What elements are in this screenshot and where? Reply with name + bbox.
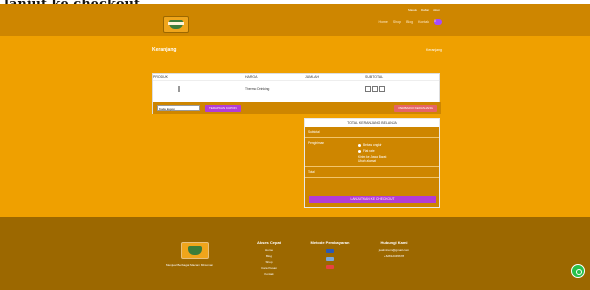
update-cart-button[interactable]: PERBARUI KERANJANG (394, 104, 437, 112)
change-address-link[interactable]: Ubah alamat (358, 159, 386, 163)
main-navigation: Home Shop Blog Kontak 0 (379, 19, 442, 25)
shopping-cart-page: Masuk Daftar Akun Home Shop Blog Kontak … (0, 4, 590, 290)
contact-email[interactable]: jualminum@gmail.com (368, 248, 420, 252)
account-links: Masuk Daftar Akun (408, 8, 440, 12)
card-icon (326, 265, 334, 269)
footer-link-contact[interactable]: Kontak (248, 272, 290, 276)
account-link[interactable]: Akun (433, 8, 440, 12)
nav-contact[interactable]: Kontak (418, 20, 429, 24)
quick-links-title: Akses Cepat (256, 240, 281, 245)
footer-link-home[interactable]: Home (248, 248, 290, 252)
footer-link-blog[interactable]: Blog (248, 254, 290, 258)
cart-badge[interactable]: 0 (434, 19, 442, 25)
footer-logo-icon[interactable] (181, 242, 209, 259)
cart-table: PRODUK HARGA JUMLAH SUBTOTAL Thermo Drin… (152, 73, 441, 114)
total-label: Total (308, 170, 315, 174)
login-link[interactable]: Masuk (408, 8, 417, 12)
subtotal-label: Subtotal (308, 130, 320, 134)
footer-tagline: Menjual Berbagai Macam Minuman (166, 263, 214, 267)
checkout-button[interactable]: LANJUTKAN KE CHECKOUT (309, 196, 436, 203)
shipping-radio[interactable] (358, 149, 361, 153)
bank-icon (326, 249, 334, 253)
whatsapp-icon[interactable] (571, 264, 585, 278)
cart-totals: TOTAL KERANJANG BELANJA Subtotal Pengiri… (304, 118, 440, 208)
quick-links: Akses Cepat Home Blog Shop Cara Pesan Ko… (248, 240, 290, 278)
apply-coupon-button[interactable]: TERAPKAN KUPON (205, 104, 241, 112)
product-header: PRODUK (153, 75, 168, 79)
cart-row: Thermo Drinking (153, 81, 439, 96)
nav-shop[interactable]: Shop (393, 20, 401, 24)
wallet-icon (326, 257, 334, 261)
quantity-header: JUMLAH (305, 75, 320, 79)
cart-totals-title: TOTAL KERANJANG BELANJA (305, 119, 439, 127)
cart-actions: Kode kupon TERAPKAN KUPON PERBARUI KERAN… (153, 102, 441, 114)
coupon-input[interactable]: Kode kupon (157, 105, 200, 111)
page-title: Keranjang (152, 47, 177, 53)
contact-info: Hubungi Kami jualminum@gmail.com +628123… (368, 240, 420, 260)
footer-link-shop[interactable]: Shop (248, 260, 290, 264)
site-logo-icon[interactable] (163, 16, 189, 33)
payment-title: Metode Pembayaran (310, 240, 350, 245)
shipping-option-1[interactable]: Bebas ongkir (363, 143, 382, 147)
shipping-label: Pengiriman (308, 141, 325, 145)
quantity-stepper[interactable] (365, 85, 441, 92)
plus-button[interactable] (379, 85, 385, 92)
nav-home[interactable]: Home (379, 20, 388, 24)
cup-icon (188, 246, 202, 255)
register-link[interactable]: Daftar (421, 8, 429, 12)
nav-blog[interactable]: Blog (406, 20, 413, 24)
shipping-option-2[interactable]: Flat rate (363, 149, 375, 153)
footer-link-order[interactable]: Cara Pesan (248, 266, 290, 270)
site-header: Masuk Daftar Akun Home Shop Blog Kontak … (0, 4, 590, 36)
subtotal-header: SUBTOTAL (365, 75, 384, 79)
price-header: HARGA (245, 75, 258, 79)
quantity-input[interactable] (372, 85, 378, 92)
site-footer (0, 217, 590, 290)
product-name[interactable]: Thermo Drinking (245, 87, 305, 91)
payment-methods: Metode Pembayaran (305, 240, 355, 273)
breadcrumb[interactable]: Keranjang (426, 48, 442, 52)
shipping-radio[interactable] (358, 143, 361, 147)
contact-phone[interactable]: +62812345678 (368, 254, 420, 258)
minus-button[interactable] (365, 85, 371, 92)
cart-table-header: PRODUK HARGA JUMLAH SUBTOTAL (153, 74, 439, 81)
contact-title: Hubungi Kami (380, 240, 408, 245)
product-image[interactable] (178, 85, 180, 92)
